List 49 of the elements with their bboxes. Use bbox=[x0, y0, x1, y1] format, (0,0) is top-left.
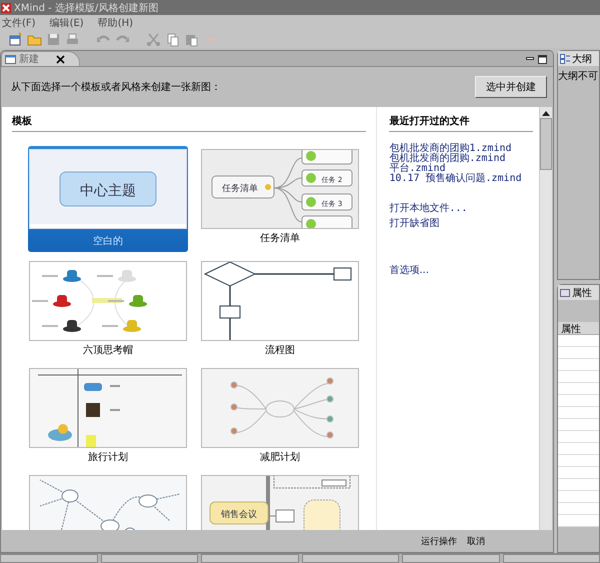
menu-item[interactable]: 帮助(H) bbox=[98, 16, 134, 30]
scroll-thumb[interactable] bbox=[540, 118, 552, 170]
taskbar-button[interactable] bbox=[302, 554, 399, 563]
template-label: 流程图 bbox=[265, 344, 295, 357]
preferences-link[interactable]: 首选项... bbox=[389, 263, 539, 277]
template-card[interactable]: 销售会议 bbox=[200, 472, 360, 530]
new-file-icon[interactable] bbox=[8, 32, 23, 47]
scrollbar[interactable] bbox=[539, 107, 552, 530]
panel-icon bbox=[560, 288, 570, 296]
action-link[interactable]: 打开本地文件... bbox=[389, 204, 539, 214]
taskbar-button[interactable] bbox=[0, 554, 98, 563]
outline-icon bbox=[560, 54, 570, 64]
recent-file-link[interactable]: 平台.zmind bbox=[389, 164, 539, 174]
template-card[interactable]: 中心主题 空白的 bbox=[28, 146, 188, 252]
maximize-icon[interactable] bbox=[538, 54, 547, 64]
app-logo-icon bbox=[1, 2, 11, 12]
recent-file-link[interactable]: 包机批发商的团购1.zmind bbox=[389, 144, 539, 154]
taskbar-button[interactable] bbox=[100, 554, 198, 563]
recent-file-link[interactable]: 包机批发商的团购.zmind bbox=[389, 154, 539, 164]
footer-button[interactable]: 运行操作 bbox=[421, 534, 457, 548]
template-label: 空白的 bbox=[93, 235, 123, 248]
thumbnail-text: 任务清单 bbox=[222, 184, 258, 194]
window-title: XMind - 选择模版/风格创建新图 bbox=[14, 2, 158, 14]
template-label: 六顶思考帽 bbox=[83, 344, 133, 357]
template-label: 减肥计划 bbox=[260, 451, 300, 464]
thumbnail-text: 销售会议 bbox=[221, 510, 257, 520]
recent-file-link[interactable]: 10.17 预售确认问题.zmind bbox=[389, 174, 539, 184]
thumbnail-text: 中心主题 bbox=[80, 183, 136, 199]
taskbar-button[interactable] bbox=[502, 554, 600, 563]
footer-button[interactable]: 取消 bbox=[467, 534, 485, 548]
properties-tab[interactable]: 属性 bbox=[558, 285, 599, 300]
close-icon[interactable] bbox=[56, 54, 65, 64]
instruction-text: 从下面选择一个模板或者风格来创建一张新图： bbox=[11, 80, 221, 94]
scroll-up-icon[interactable] bbox=[542, 110, 550, 116]
document-icon bbox=[5, 54, 16, 64]
taskbar-button[interactable] bbox=[402, 554, 500, 563]
outline-message: 大纲不可 bbox=[558, 70, 599, 84]
editor-tab[interactable]: 新建 bbox=[1, 51, 80, 66]
template-label: 旅行计划 bbox=[88, 451, 128, 464]
menu-item[interactable]: 编辑(E) bbox=[50, 16, 84, 30]
template-label: 任务清单 bbox=[260, 232, 300, 245]
taskbar-button[interactable] bbox=[201, 554, 298, 563]
outline-tab[interactable]: 大纲 bbox=[558, 51, 599, 66]
select-and-create-button[interactable]: 选中并创建 bbox=[475, 76, 547, 98]
menu-item[interactable]: 文件(F) bbox=[2, 16, 36, 30]
column-header: 属性 bbox=[558, 322, 599, 335]
section-heading: 最近打开过的文件 bbox=[389, 114, 534, 132]
section-heading: 模板 bbox=[12, 114, 366, 132]
action-link[interactable]: 打开缺省图 bbox=[389, 219, 539, 229]
